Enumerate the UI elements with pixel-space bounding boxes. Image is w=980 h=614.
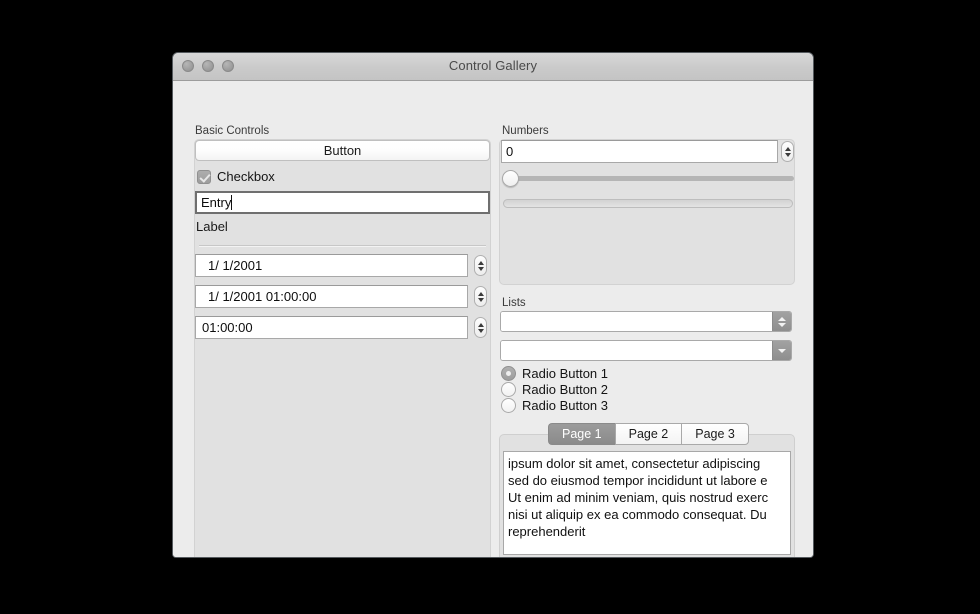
control-gallery-window: Control Gallery Basic Controls Button Ch…: [172, 52, 814, 558]
radio-label: Radio Button 2: [522, 382, 609, 397]
tab-label: Page 2: [628, 427, 669, 441]
date-spinbox[interactable]: 1/ 1/2001: [195, 254, 468, 277]
checkbox-label: Checkbox: [217, 169, 275, 184]
numbers-group-label: Numbers: [502, 125, 549, 137]
datetime-spinbox[interactable]: 1/ 1/2001 01:00:00: [195, 285, 468, 308]
separator: [199, 245, 486, 247]
window-titlebar[interactable]: Control Gallery: [173, 53, 813, 81]
basic-controls-group-label: Basic Controls: [195, 125, 270, 137]
chevron-up-icon[interactable]: [477, 291, 484, 296]
button[interactable]: Button: [195, 140, 490, 161]
radio-label: Radio Button 3: [522, 398, 609, 413]
radio-button-3[interactable]: Radio Button 3: [501, 398, 608, 413]
datetime-stepper[interactable]: [474, 286, 487, 307]
lists-group-label: Lists: [502, 297, 526, 309]
window-body: Basic Controls Button Checkbox Entry Lab…: [173, 81, 813, 557]
chevron-down-icon: [778, 348, 786, 353]
radio-input[interactable]: [501, 366, 516, 381]
chevron-up-icon: [778, 316, 786, 321]
entry-value: Entry: [201, 195, 232, 210]
date-stepper[interactable]: [474, 255, 487, 276]
chevron-up-icon[interactable]: [477, 260, 484, 265]
checkbox-input[interactable]: [197, 169, 211, 184]
button-label: Button: [323, 143, 362, 158]
chevron-down-icon[interactable]: [477, 328, 484, 333]
number-stepper[interactable]: [781, 141, 794, 162]
text-line: Ut enim ad minim veniam, quis nostrud ex…: [508, 490, 769, 505]
radio-button-1[interactable]: Radio Button 1: [501, 366, 608, 381]
time-spinbox-value: 01:00:00: [202, 320, 253, 335]
time-spinbox[interactable]: 01:00:00: [195, 316, 468, 339]
chevron-up-icon[interactable]: [784, 146, 791, 151]
radio-label: Radio Button 1: [522, 366, 609, 381]
chevron-down-icon[interactable]: [477, 297, 484, 302]
tab-page-2[interactable]: Page 2: [614, 423, 682, 445]
chevron-down-icon[interactable]: [477, 266, 484, 271]
tab-label: Page 1: [562, 427, 602, 441]
chevron-down-icon: [778, 322, 786, 327]
date-spinbox-value: 1/ 1/2001: [208, 258, 263, 273]
radio-input[interactable]: [501, 398, 516, 413]
text-caret: [231, 195, 233, 210]
tab-page-1[interactable]: Page 1: [548, 423, 615, 445]
number-spinbox[interactable]: 0: [501, 140, 778, 163]
time-stepper[interactable]: [474, 317, 487, 338]
tab-page-3[interactable]: Page 3: [681, 423, 749, 445]
entry-input[interactable]: Entry: [195, 191, 490, 214]
chevron-up-icon[interactable]: [477, 322, 484, 327]
datetime-spinbox-value: 1/ 1/2001 01:00:00: [208, 289, 317, 304]
chevron-down-icon[interactable]: [784, 152, 791, 157]
window-title: Control Gallery: [448, 58, 538, 73]
text-line: ipsum dolor sit amet, consectetur adipis…: [508, 456, 761, 471]
text-line: reprehenderit: [508, 524, 586, 539]
editable-combobox[interactable]: [500, 311, 792, 332]
dropdown-combobox[interactable]: [500, 340, 792, 361]
checkbox-row[interactable]: Checkbox: [197, 169, 275, 184]
editable-combobox-stepper[interactable]: [772, 312, 791, 331]
text-area[interactable]: ipsum dolor sit amet, consectetur adipis…: [503, 451, 791, 555]
screen: Control Gallery Basic Controls Button Ch…: [0, 0, 980, 614]
tab-label: Page 3: [695, 427, 735, 441]
static-label-text: Label: [196, 219, 228, 234]
dropdown-combobox-arrow[interactable]: [772, 341, 791, 360]
number-spinbox-value: 0: [506, 144, 514, 159]
slider-track[interactable]: [503, 176, 794, 181]
slider-knob[interactable]: [502, 170, 519, 187]
progress-bar: [503, 199, 793, 208]
radio-input[interactable]: [501, 382, 516, 397]
text-line: nisi ut aliquip ex ea commodo consequat.…: [508, 507, 767, 522]
editable-combobox-field[interactable]: [501, 312, 772, 331]
radio-button-2[interactable]: Radio Button 2: [501, 382, 608, 397]
text-line: sed do eiusmod tempor incididunt ut labo…: [508, 473, 768, 488]
tab-strip: Page 1 Page 2 Page 3: [548, 423, 749, 445]
dropdown-combobox-field[interactable]: [501, 341, 772, 360]
